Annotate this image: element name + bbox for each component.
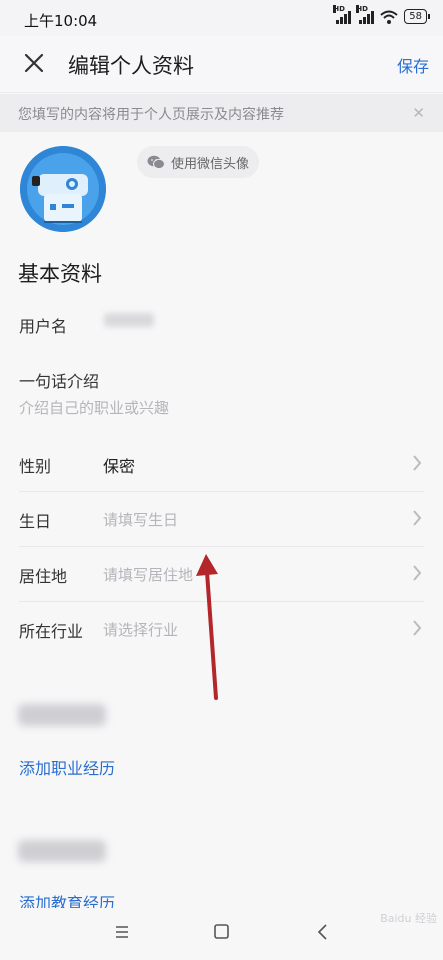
top-app-bar: 编辑个人资料 保存 bbox=[0, 36, 443, 93]
battery-indicator: 58 bbox=[404, 9, 430, 24]
back-icon[interactable] bbox=[316, 923, 328, 941]
status-bar: 上午10:04 HD HD 58 bbox=[0, 0, 443, 36]
intro-input[interactable]: 介绍自己的职业或兴趣 bbox=[19, 397, 169, 418]
use-wechat-avatar-button[interactable]: 使用微信头像 bbox=[137, 146, 260, 178]
avatar[interactable] bbox=[20, 146, 106, 232]
wifi-icon bbox=[380, 10, 398, 24]
status-time: 上午10:04 bbox=[24, 12, 98, 30]
notice-close-icon[interactable]: ✕ bbox=[412, 104, 425, 122]
residence-row[interactable]: 居住地 请填写居住地 bbox=[19, 546, 424, 602]
wechat-icon bbox=[147, 155, 165, 169]
gender-row[interactable]: 性别 保密 bbox=[19, 436, 424, 492]
chevron-right-icon bbox=[413, 455, 422, 471]
add-career-link[interactable]: 添加职业经历 bbox=[19, 755, 115, 779]
career-section-title-redacted bbox=[18, 704, 106, 726]
gender-label: 性别 bbox=[19, 457, 52, 476]
industry-placeholder: 请选择行业 bbox=[103, 621, 179, 639]
status-icons: HD HD 58 bbox=[333, 4, 430, 24]
home-icon[interactable] bbox=[214, 924, 229, 939]
signal-icon: HD bbox=[356, 4, 375, 24]
network-label: HD bbox=[356, 4, 368, 13]
close-icon[interactable] bbox=[20, 49, 48, 77]
industry-label: 所在行业 bbox=[19, 622, 84, 641]
page-title: 编辑个人资料 bbox=[68, 54, 194, 78]
notice-banner: 您填写的内容将用于个人页展示及内容推荐 ✕ bbox=[0, 94, 443, 132]
basic-info-title: 基本资料 bbox=[18, 262, 102, 286]
residence-placeholder: 请填写居住地 bbox=[103, 566, 194, 584]
chevron-right-icon bbox=[413, 565, 422, 581]
intro-label: 一句话介绍 bbox=[19, 372, 100, 391]
residence-label: 居住地 bbox=[19, 567, 68, 586]
avatar-image bbox=[20, 146, 106, 232]
birthday-row[interactable]: 生日 请填写生日 bbox=[19, 491, 424, 547]
birthday-label: 生日 bbox=[19, 512, 52, 531]
birthday-placeholder: 请填写生日 bbox=[103, 511, 179, 529]
system-nav-bar: Baidu 经验 bbox=[0, 908, 443, 960]
chevron-right-icon bbox=[413, 620, 422, 636]
use-wechat-avatar-label: 使用微信头像 bbox=[171, 156, 250, 172]
username-value-redacted[interactable] bbox=[104, 313, 154, 327]
username-label: 用户名 bbox=[19, 317, 68, 336]
signal-icon: HD bbox=[333, 4, 352, 24]
watermark: Baidu 经验 bbox=[380, 912, 437, 925]
gender-value: 保密 bbox=[103, 457, 136, 476]
education-section-title-redacted bbox=[18, 840, 106, 862]
save-button[interactable]: 保存 bbox=[397, 53, 429, 77]
industry-row[interactable]: 所在行业 请选择行业 bbox=[19, 601, 424, 656]
menu-icon[interactable] bbox=[114, 924, 130, 940]
chevron-right-icon bbox=[413, 510, 422, 526]
notice-text: 您填写的内容将用于个人页展示及内容推荐 bbox=[18, 107, 284, 123]
network-label: HD bbox=[333, 4, 345, 13]
